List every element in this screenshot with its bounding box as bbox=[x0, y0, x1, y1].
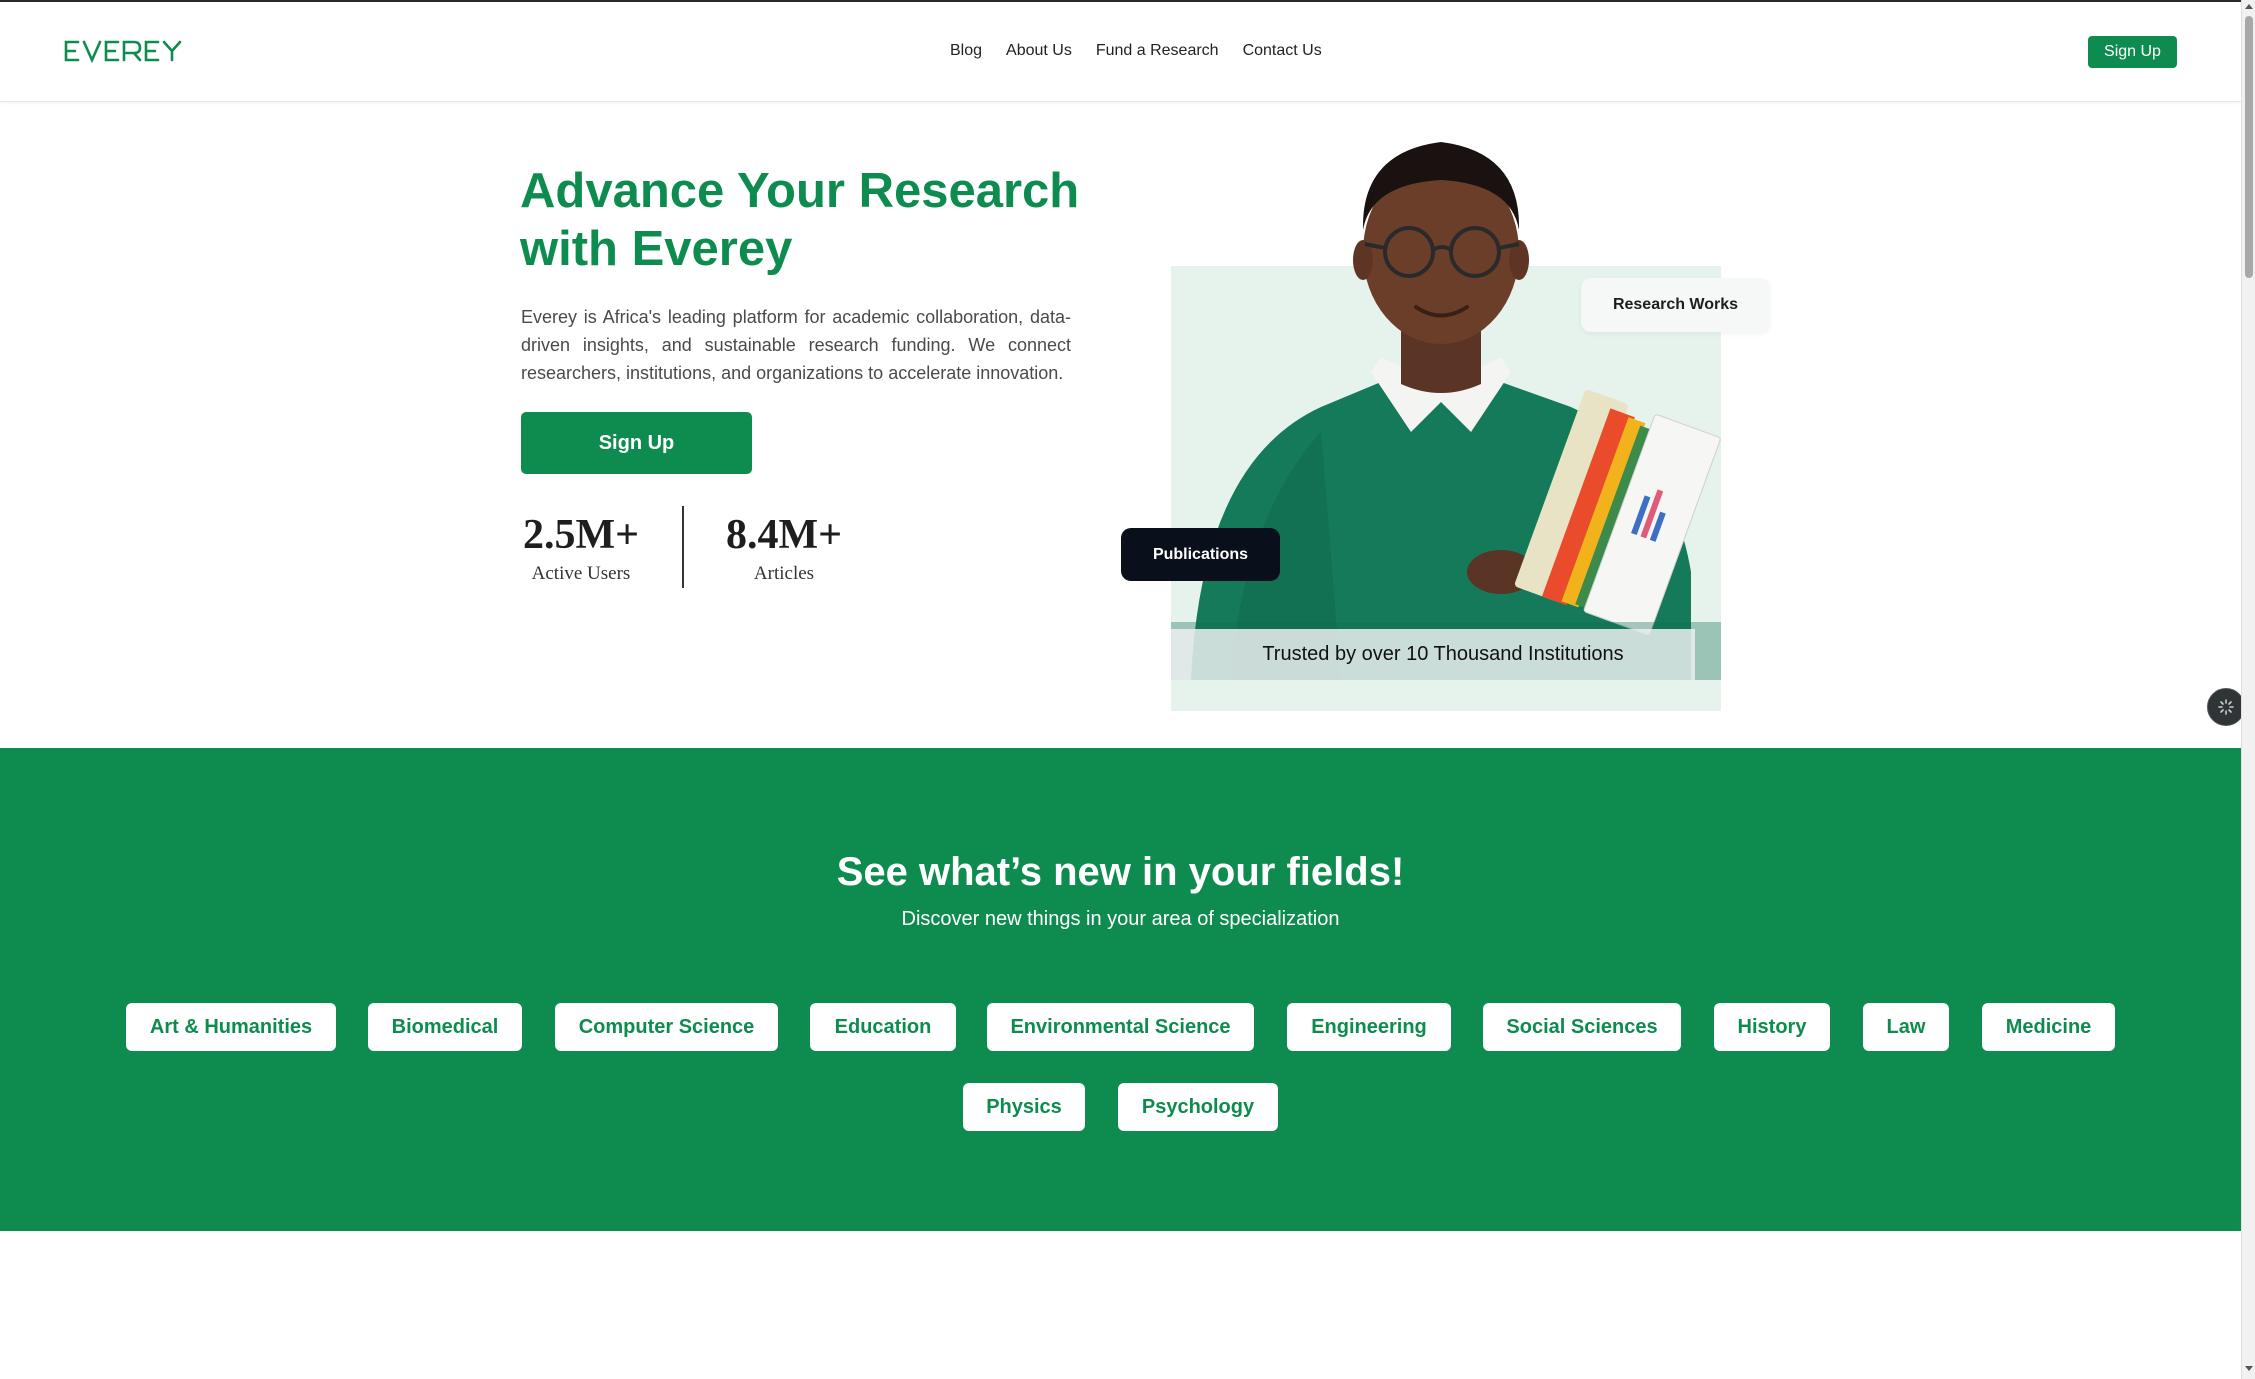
nav-link-blog[interactable]: Blog bbox=[950, 40, 982, 62]
stat-articles: 8.4M+ Articles bbox=[720, 510, 848, 586]
fields-title: See what’s new in your fields! bbox=[836, 850, 1405, 894]
main-nav: Blog About Us Fund a Research Contact Us bbox=[950, 40, 1322, 62]
fields-subtitle: Discover new things in your area of spec… bbox=[901, 908, 1340, 930]
stat-active-users: 2.5M+ Active Users bbox=[520, 510, 642, 586]
header-sign-up-button[interactable]: Sign Up bbox=[2088, 36, 2177, 68]
field-button-biomedical[interactable]: Biomedical bbox=[368, 1003, 522, 1051]
loading-spinner-icon bbox=[2218, 699, 2234, 715]
fields-section: See what’s new in your fields! Discover … bbox=[0, 748, 2241, 1231]
field-button-computer-science[interactable]: Computer Science bbox=[555, 1003, 778, 1051]
research-works-chip[interactable]: Research Works bbox=[1581, 278, 1770, 332]
stat-value: 8.4M+ bbox=[725, 512, 843, 558]
stat-divider bbox=[682, 506, 684, 588]
field-button-law[interactable]: Law bbox=[1863, 1003, 1949, 1051]
floating-loader-button[interactable] bbox=[2207, 688, 2245, 726]
page-scrollbar[interactable] bbox=[2241, 0, 2255, 1379]
hero-description: Everey is Africa's leading platform for … bbox=[521, 307, 1071, 383]
stat-value: 2.5M+ bbox=[522, 512, 640, 558]
field-button-psychology[interactable]: Psychology bbox=[1118, 1083, 1278, 1131]
stat-label: Articles bbox=[753, 563, 815, 584]
field-button-environmental-science[interactable]: Environmental Science bbox=[987, 1003, 1254, 1051]
stat-label: Active Users bbox=[531, 563, 631, 584]
publications-chip[interactable]: Publications bbox=[1121, 528, 1280, 581]
field-button-engineering[interactable]: Engineering bbox=[1287, 1003, 1451, 1051]
nav-link-contact-us[interactable]: Contact Us bbox=[1243, 40, 1322, 62]
field-button-social-sciences[interactable]: Social Sciences bbox=[1483, 1003, 1681, 1051]
field-button-physics[interactable]: Physics bbox=[963, 1083, 1085, 1131]
hero-title-line-1: Advance Your Research bbox=[520, 164, 1080, 218]
nav-link-about-us[interactable]: About Us bbox=[1006, 40, 1072, 62]
field-button-medicine[interactable]: Medicine bbox=[1982, 1003, 2115, 1051]
page-viewport: Blog About Us Fund a Research Contact Us… bbox=[0, 0, 2241, 1379]
scroll-up-arrow-icon[interactable] bbox=[2245, 4, 2253, 9]
everey-logo[interactable] bbox=[64, 38, 182, 64]
hero-title-line-2: with Everey bbox=[520, 222, 793, 276]
site-header: Blog About Us Fund a Research Contact Us… bbox=[0, 2, 2241, 102]
hero-sign-up-button[interactable]: Sign Up bbox=[521, 412, 752, 474]
field-button-education[interactable]: Education bbox=[810, 1003, 956, 1051]
trust-caption: Trusted by over 10 Thousand Institutions bbox=[1171, 629, 1695, 680]
field-button-art-humanities[interactable]: Art & Humanities bbox=[126, 1003, 336, 1051]
researcher-photo bbox=[1171, 142, 1721, 680]
scroll-down-arrow-icon[interactable] bbox=[2245, 1366, 2253, 1371]
field-button-history[interactable]: History bbox=[1714, 1003, 1830, 1051]
hero-title: Advance Your Research with Everey bbox=[520, 162, 1120, 278]
nav-link-fund-a-research[interactable]: Fund a Research bbox=[1096, 40, 1219, 62]
scrollbar-thumb[interactable] bbox=[2245, 16, 2253, 278]
